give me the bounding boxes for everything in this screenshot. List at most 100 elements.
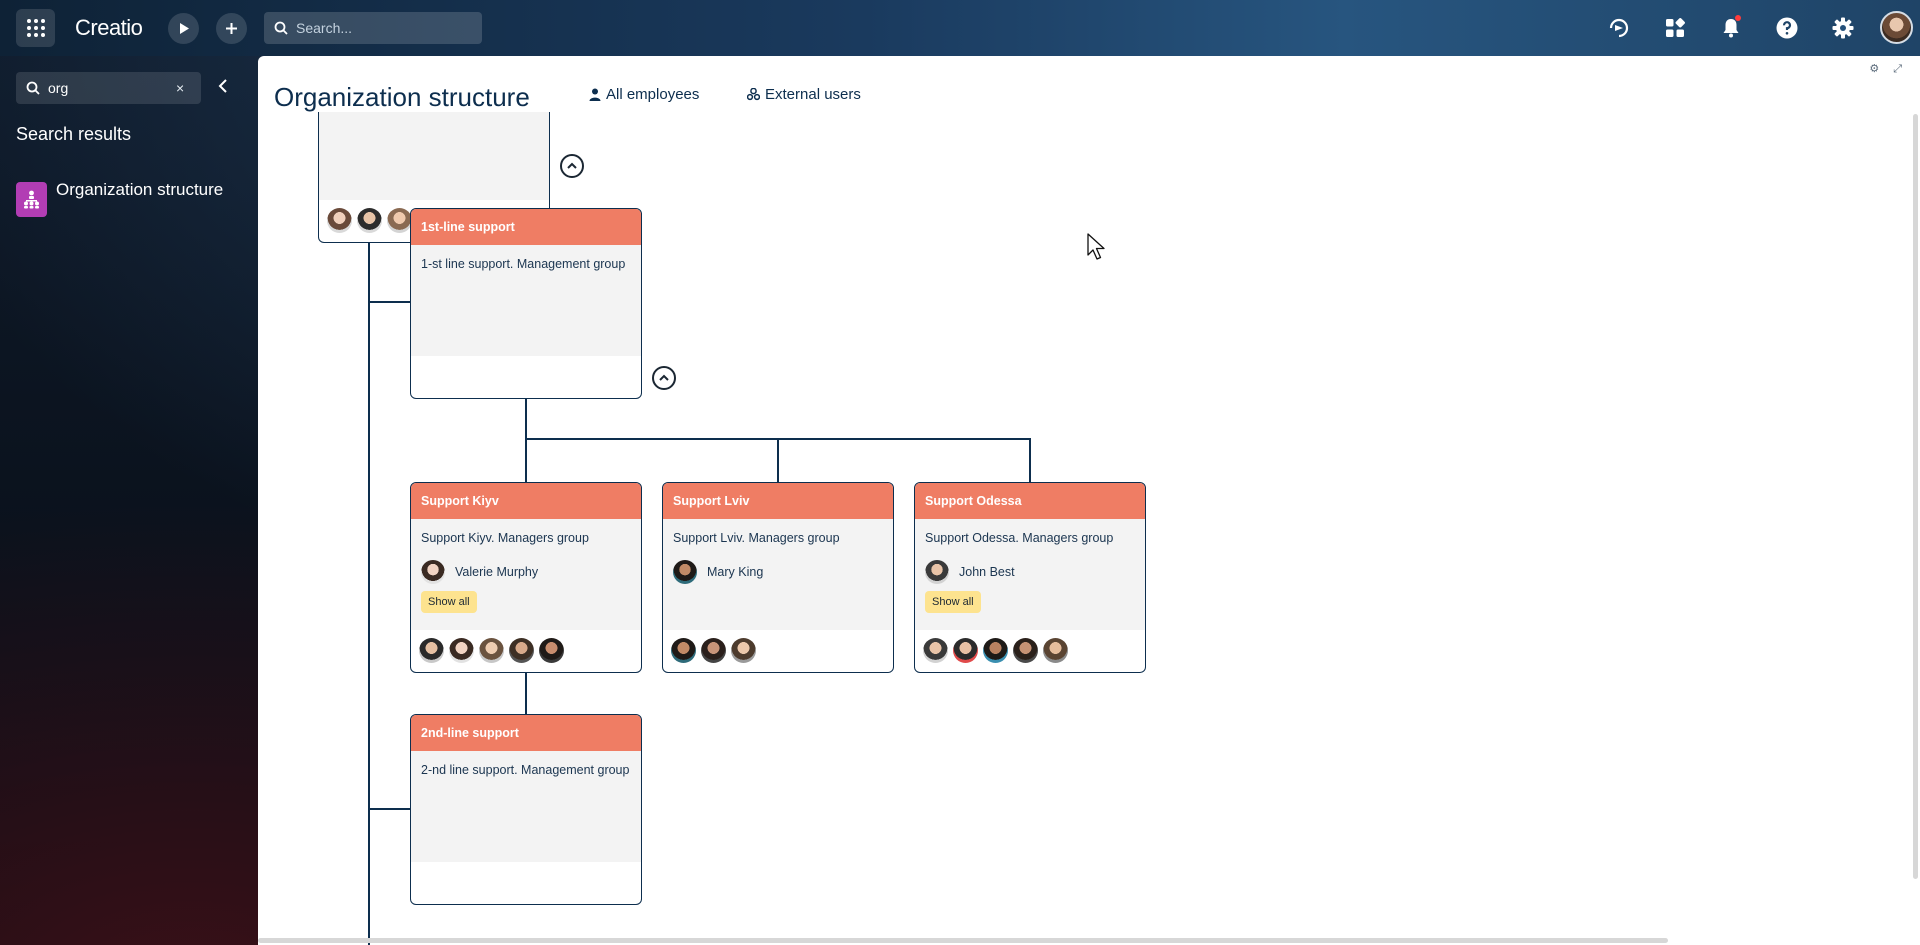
show-all-button[interactable]: Show all [421,591,477,613]
manager[interactable]: Mary King [673,557,883,587]
sidebar-search[interactable] [16,72,201,104]
card-body: Support Kiyv. Managers group Valerie Mur… [411,519,641,630]
org-unit-title[interactable]: 2nd-line support [411,715,641,751]
panel-settings-icon[interactable]: ⚙ [1869,63,1879,75]
org-unit-description: Support Kiyv. Managers group [421,531,589,545]
apps-menu-button[interactable] [16,9,55,47]
tab-external-users[interactable]: External users [746,86,861,103]
collapse-sidebar-icon[interactable] [216,78,230,94]
manager-name: John Best [959,565,1015,579]
chevron-up-icon [567,162,577,169]
search-icon [26,81,40,95]
tab-label: All employees [606,86,700,103]
card-body: Support Odessa. Managers group John Best… [915,519,1145,630]
search-icon [274,21,288,35]
member-avatar[interactable] [449,638,474,663]
manager-avatar [673,560,697,584]
main-content: Organization structure All employees Ext… [258,56,1920,945]
org-unit-title[interactable]: Support Lviv [663,483,893,519]
member-avatar[interactable] [327,208,352,233]
member-avatar[interactable] [983,638,1008,663]
run-process-button[interactable] [168,13,199,44]
member-avatar[interactable] [923,638,948,663]
user-profile-avatar[interactable] [1880,11,1913,44]
sidebar-search-input[interactable] [48,79,158,97]
settings-button[interactable] [1828,13,1858,43]
org-unit-card-odessa[interactable]: Support Odessa Support Odessa. Managers … [914,482,1146,673]
gear-icon [1832,17,1854,39]
member-avatar[interactable] [539,638,564,663]
panel-controls: ⚙ ⤢ [1855,62,1902,76]
manager-name: Mary King [707,565,764,579]
member-avatars [411,630,641,672]
grid-icon [27,19,45,37]
plus-icon [226,23,237,34]
show-all-button[interactable]: Show all [925,591,981,613]
connector-second-line [368,808,410,810]
org-unit-title[interactable]: Support Kiyv [411,483,641,519]
member-avatar[interactable] [419,638,444,663]
member-avatar[interactable] [731,638,756,663]
clear-search-button[interactable]: × [176,80,184,96]
member-avatar[interactable] [357,208,382,233]
org-unit-card-first-line[interactable]: 1st-line support 1-st line support. Mana… [410,208,642,399]
person-icon [589,88,601,101]
global-search-input[interactable] [296,18,466,38]
connector-lviv [777,438,779,482]
member-avatar[interactable] [701,638,726,663]
search-result-label: Organization structure [56,180,224,199]
member-avatar[interactable] [953,638,978,663]
card-body: 1-st line support. Management group [411,245,641,356]
vertical-scrollbar[interactable] [1913,114,1918,879]
search-results-heading: Search results [16,124,132,144]
card-body: Support Lviv. Managers group Mary King [663,519,893,630]
creatio-logo[interactable]: Creatio [75,15,143,41]
org-unit-card-kyiv[interactable]: Support Kiyv Support Kiyv. Managers grou… [410,482,642,673]
search-result-organization-structure[interactable]: Organization structure [16,180,236,224]
apps-icon [1666,18,1685,37]
page-title: Organization structure [274,82,530,112]
member-avatars [915,630,1145,672]
org-unit-title[interactable]: 1st-line support [411,209,641,245]
manager-name: Valerie Murphy [455,565,539,579]
org-unit-card-lviv[interactable]: Support Lviv Support Lviv. Managers grou… [662,482,894,673]
org-unit-description: 2-nd line support. Management group [421,763,630,777]
org-unit-card-second-line[interactable]: 2nd-line support 2-nd line support. Mana… [410,714,642,905]
member-avatar[interactable] [509,638,534,663]
member-avatar[interactable] [1043,638,1068,663]
manager-avatar [925,560,949,584]
org-unit-title[interactable]: Support Odessa [915,483,1145,519]
help-button[interactable] [1772,13,1802,43]
add-button[interactable] [216,13,247,44]
member-avatar[interactable] [479,638,504,663]
member-avatar[interactable] [671,638,696,663]
connector-first-line [368,301,410,303]
notifications-button[interactable] [1716,13,1746,43]
card-body [319,112,549,200]
collapse-toggle-first-line[interactable] [652,366,676,390]
org-unit-description: Support Lviv. Managers group [673,531,840,545]
creatio-ai-button[interactable] [1604,13,1634,43]
global-search[interactable] [264,12,482,44]
ai-assistant-icon [1609,18,1629,38]
manager[interactable]: Valerie Murphy [421,557,631,587]
org-chart-icon [16,182,47,217]
manager[interactable]: John Best [925,557,1135,587]
member-avatar[interactable] [387,208,412,233]
horizontal-scrollbar[interactable] [258,938,1668,943]
tab-label: External users [765,86,861,103]
help-icon [1776,17,1798,39]
mouse-cursor-icon [1087,233,1105,260]
tab-all-employees[interactable]: All employees [589,86,699,103]
app-hub-button[interactable] [1660,13,1690,43]
chevron-up-icon [659,374,669,381]
member-avatar[interactable] [1013,638,1038,663]
member-avatars [663,630,893,672]
expand-icon[interactable]: ⤢ [1893,63,1902,75]
play-icon [180,23,189,34]
people-icon [746,87,761,101]
connector-odessa [1029,438,1031,482]
org-unit-description: Support Odessa. Managers group [925,531,1114,545]
collapse-toggle-parent[interactable] [560,154,584,178]
notification-badge [1735,15,1741,21]
